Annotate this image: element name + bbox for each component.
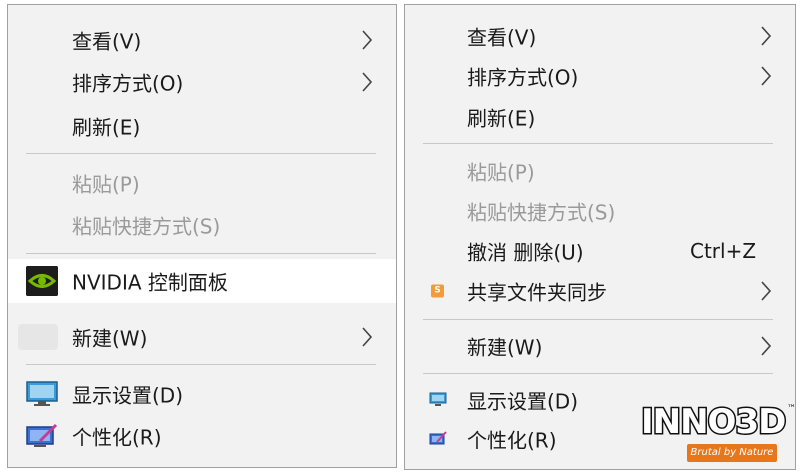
menu-item-paste-shortcut[interactable]: 粘贴快捷方式(S) <box>405 191 795 231</box>
trademark-mark: ™ <box>787 404 796 414</box>
chevron-right-icon <box>761 336 772 356</box>
menu-item-label: 撤消 删除(U) <box>467 240 584 265</box>
menu-item-label: 刷新(E) <box>72 115 141 140</box>
menu-item-view[interactable]: 查看(V) <box>8 20 396 60</box>
menu-item-new[interactable]: 新建(W) <box>8 317 396 357</box>
menu-item-label: 查看(V) <box>72 29 142 54</box>
menu-separator <box>26 364 376 365</box>
menu-item-sort[interactable]: 排序方式(O) <box>405 56 795 96</box>
blank-icon <box>18 324 58 350</box>
menu-item-refresh[interactable]: 刷新(E) <box>405 97 795 137</box>
menu-item-label: 粘贴(P) <box>72 172 140 197</box>
menu-item-label: 显示设置(D) <box>72 383 184 408</box>
display-icon <box>429 392 447 406</box>
menu-item-label: 个性化(R) <box>467 428 557 453</box>
menu-item-paste[interactable]: 粘贴(P) <box>8 163 396 203</box>
menu-item-share-sync[interactable]: S 共享文件夹同步 <box>405 271 795 311</box>
chevron-right-icon <box>761 26 772 46</box>
menu-item-display-settings[interactable]: 显示设置(D) <box>8 374 396 414</box>
chevron-right-icon <box>362 72 373 92</box>
menu-item-label: 新建(W) <box>72 326 148 351</box>
menu-separator <box>423 319 773 320</box>
menu-item-label: 粘贴(P) <box>467 160 535 185</box>
menu-item-paste-shortcut[interactable]: 粘贴快捷方式(S) <box>8 205 396 245</box>
personalize-icon <box>26 423 58 447</box>
menu-item-paste[interactable]: 粘贴(P) <box>405 151 795 191</box>
menu-item-label: 新建(W) <box>467 335 543 360</box>
chevron-right-icon <box>761 281 772 301</box>
menu-item-undo-delete[interactable]: 撤消 删除(U) Ctrl+Z <box>405 231 795 271</box>
menu-item-sort[interactable]: 排序方式(O) <box>8 62 396 102</box>
nvidia-logo-icon <box>26 266 58 296</box>
menu-separator <box>26 253 376 254</box>
context-menu-right: 查看(V) 排序方式(O) 刷新(E) 粘贴(P) 粘贴快捷方式(S) 撤消 删… <box>404 4 796 470</box>
menu-separator <box>26 153 376 154</box>
sync-app-icon: S <box>431 284 444 298</box>
menu-item-label: 查看(V) <box>467 25 537 50</box>
menu-item-label: NVIDIA 控制面板 <box>72 270 228 295</box>
personalize-icon <box>429 431 447 445</box>
display-icon <box>26 381 58 406</box>
menu-item-personalize[interactable]: 个性化(R) <box>8 416 396 456</box>
menu-item-new[interactable]: 新建(W) <box>405 326 795 366</box>
menu-item-label: 个性化(R) <box>72 425 162 450</box>
menu-item-label: 刷新(E) <box>467 106 536 131</box>
inno3d-logo: INNO3D ™ Brutal by Nature <box>639 401 800 470</box>
shortcut-label: Ctrl+Z <box>690 239 757 263</box>
menu-item-nvidia-control-panel[interactable]: NVIDIA 控制面板 <box>8 259 396 303</box>
menu-item-label: 排序方式(O) <box>72 71 184 96</box>
brand-name: INNO3D <box>639 401 787 444</box>
menu-item-label: 显示设置(D) <box>467 389 579 414</box>
menu-item-label: 排序方式(O) <box>467 65 579 90</box>
menu-separator <box>423 143 773 144</box>
chevron-right-icon <box>362 327 373 347</box>
menu-item-view[interactable]: 查看(V) <box>405 16 795 56</box>
brand-tagline: Brutal by Nature <box>687 444 777 462</box>
menu-item-label: 粘贴快捷方式(S) <box>72 214 221 239</box>
chevron-right-icon <box>761 66 772 86</box>
menu-separator <box>423 373 773 374</box>
context-menu-left: 查看(V) 排序方式(O) 刷新(E) 粘贴(P) 粘贴快捷方式(S) NVID… <box>7 4 397 468</box>
menu-item-label: 粘贴快捷方式(S) <box>467 200 616 225</box>
menu-item-label: 共享文件夹同步 <box>467 280 607 305</box>
chevron-right-icon <box>362 30 373 50</box>
menu-item-refresh[interactable]: 刷新(E) <box>8 106 396 146</box>
